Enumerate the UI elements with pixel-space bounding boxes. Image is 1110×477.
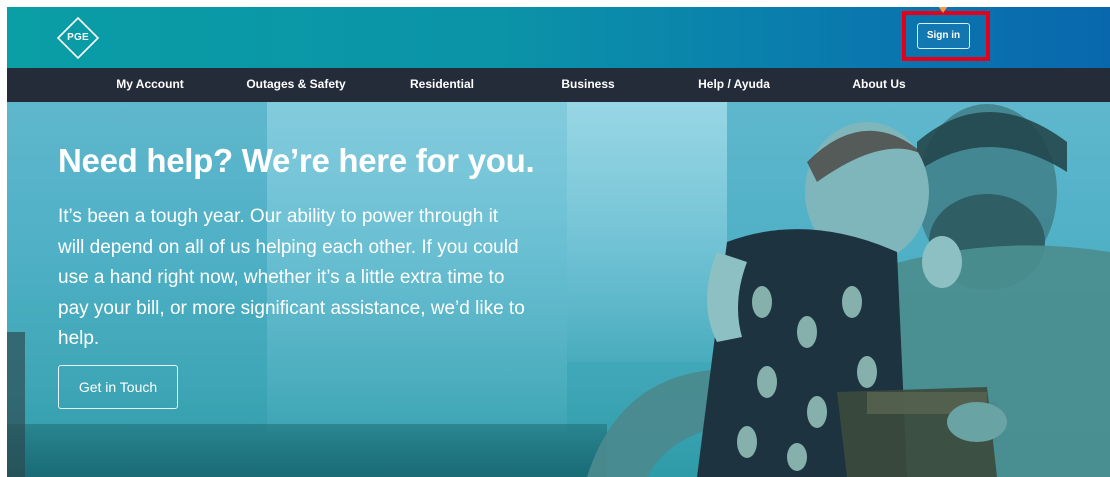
hero-background-table [7,424,607,477]
hero-photo-father-and-child [567,102,1110,477]
nav-item-outages-safety[interactable]: Outages & Safety [246,68,345,102]
nav-item-residential[interactable]: Residential [410,68,474,102]
hero-background-chair [7,332,25,477]
nav-item-about-us[interactable]: About Us [852,68,905,102]
get-in-touch-button[interactable]: Get in Touch [58,365,178,409]
hero-body-text: It’s been a tough year. Our ability to p… [58,206,525,349]
pge-logo[interactable]: PGE [56,16,100,60]
page-frame: PGE Sign in My Account Outages & Safety … [7,7,1110,477]
nav-item-my-account[interactable]: My Account [116,68,184,102]
main-navigation: My Account Outages & Safety Residential … [7,68,1110,102]
logo-text: PGE [67,32,89,43]
hero-photo-illustration [587,104,1110,477]
pointer-marker-icon [933,7,953,13]
hero-banner: Need help? We’re here for you. It’s been… [7,102,1110,477]
hero-heading: Need help? We’re here for you. [58,142,535,179]
nav-item-business[interactable]: Business [561,68,614,102]
top-bar: PGE Sign in [7,7,1110,68]
nav-item-help-ayuda[interactable]: Help / Ayuda [698,68,770,102]
sign-in-button[interactable]: Sign in [917,23,970,49]
